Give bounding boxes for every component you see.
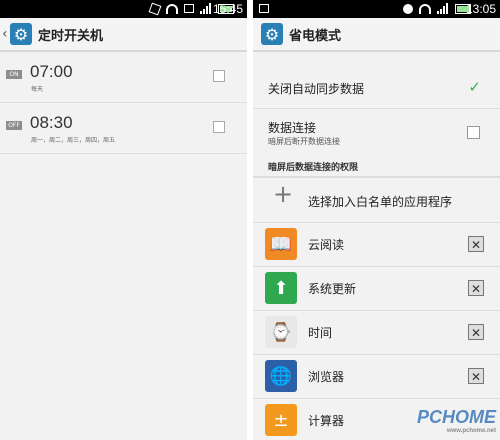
status-badge: OFF bbox=[6, 121, 22, 130]
right-screen: 13:05 ⚙ 省电模式 关闭自动同步数据 ✓ 数据连接 暗屏后断开数据连接 暗… bbox=[253, 0, 500, 440]
status-badge: ON bbox=[6, 70, 22, 79]
app-name: 系统更新 bbox=[308, 282, 357, 296]
add-whitelist-row[interactable]: + 选择加入白名单的应用程序 bbox=[253, 178, 500, 223]
page-title: 定时开关机 bbox=[38, 28, 104, 44]
signal-icon bbox=[437, 3, 449, 14]
alarm-item[interactable]: ON 07:00 每天 bbox=[0, 52, 247, 103]
plus-icon: + bbox=[273, 180, 294, 208]
wifi-icon bbox=[166, 3, 178, 14]
section-header: 暗屏后数据连接的权限 bbox=[268, 163, 359, 173]
app-name: 计算器 bbox=[308, 414, 345, 428]
title-bar[interactable]: ⚙ 省电模式 bbox=[253, 18, 500, 52]
settings-icon bbox=[403, 3, 413, 14]
remove-button[interactable]: ✕ bbox=[468, 368, 484, 384]
data-connection-label: 数据连接 bbox=[268, 121, 317, 135]
alarm-checkbox[interactable] bbox=[213, 121, 225, 133]
back-arrow-icon[interactable]: ‹ bbox=[2, 26, 8, 42]
signal-icon bbox=[200, 3, 212, 14]
alarm-checkbox[interactable] bbox=[213, 70, 225, 82]
remove-button[interactable]: ✕ bbox=[468, 236, 484, 252]
alarm-repeat: 每天 bbox=[31, 86, 44, 93]
remove-button[interactable]: ✕ bbox=[468, 280, 484, 296]
auto-sync-label: 关闭自动同步数据 bbox=[268, 82, 365, 96]
wifi-icon bbox=[419, 3, 431, 14]
image-icon bbox=[259, 4, 269, 13]
list-item[interactable]: ⌚ 时间 ✕ bbox=[253, 310, 500, 355]
remove-button[interactable]: ✕ bbox=[468, 324, 484, 340]
upload-arrow-icon: ⬆ bbox=[265, 272, 297, 304]
book-icon: 📖 bbox=[265, 228, 297, 260]
gear-icon: ⚙ bbox=[10, 23, 32, 45]
auto-sync-row[interactable]: 关闭自动同步数据 ✓ bbox=[253, 64, 500, 109]
status-bar: 13:05 bbox=[253, 0, 500, 18]
app-name: 云阅读 bbox=[308, 238, 345, 252]
mute-icon bbox=[148, 2, 162, 15]
status-bar: 15:45 bbox=[0, 0, 247, 18]
list-item[interactable]: 📖 云阅读 ✕ bbox=[253, 222, 500, 267]
watermark-url: www.pchome.net bbox=[446, 428, 496, 434]
alarm-time: 08:30 bbox=[30, 113, 73, 132]
left-screen: 15:45 ‹ ⚙ 定时开关机 ON 07:00 每天 OFF 08:30 周一… bbox=[0, 0, 247, 440]
data-connection-row[interactable]: 数据连接 暗屏后断开数据连接 bbox=[253, 110, 500, 156]
gear-icon: ⚙ bbox=[261, 23, 283, 45]
data-connection-checkbox[interactable] bbox=[467, 126, 480, 139]
list-item[interactable]: 🌐 浏览器 ✕ bbox=[253, 354, 500, 399]
add-whitelist-label: 选择加入白名单的应用程序 bbox=[308, 195, 453, 209]
app-name: 时间 bbox=[308, 326, 333, 340]
data-connection-sub: 暗屏后断开数据连接 bbox=[268, 137, 340, 146]
alarm-time: 07:00 bbox=[30, 62, 73, 81]
sim-icon bbox=[184, 4, 194, 13]
alarm-repeat: 周一，周二，周三，周四，周五 bbox=[31, 137, 116, 144]
status-time: 13:05 bbox=[465, 2, 496, 16]
globe-icon: 🌐 bbox=[265, 360, 297, 392]
title-bar[interactable]: ‹ ⚙ 定时开关机 bbox=[0, 18, 247, 52]
list-item[interactable]: ⬆ 系统更新 ✕ bbox=[253, 266, 500, 311]
alarm-item[interactable]: OFF 08:30 周一，周二，周三，周四，周五 bbox=[0, 103, 247, 154]
watermark-text: PCHOME bbox=[416, 407, 496, 427]
page-title: 省电模式 bbox=[289, 28, 342, 44]
checked-icon[interactable]: ✓ bbox=[468, 80, 481, 95]
clock-icon: ⌚ bbox=[265, 316, 297, 348]
status-time: 15:45 bbox=[212, 2, 243, 16]
watermark-logo: PCHOME www.pchome.net bbox=[417, 407, 496, 434]
calculator-icon: ± bbox=[265, 404, 297, 436]
app-name: 浏览器 bbox=[308, 370, 345, 384]
